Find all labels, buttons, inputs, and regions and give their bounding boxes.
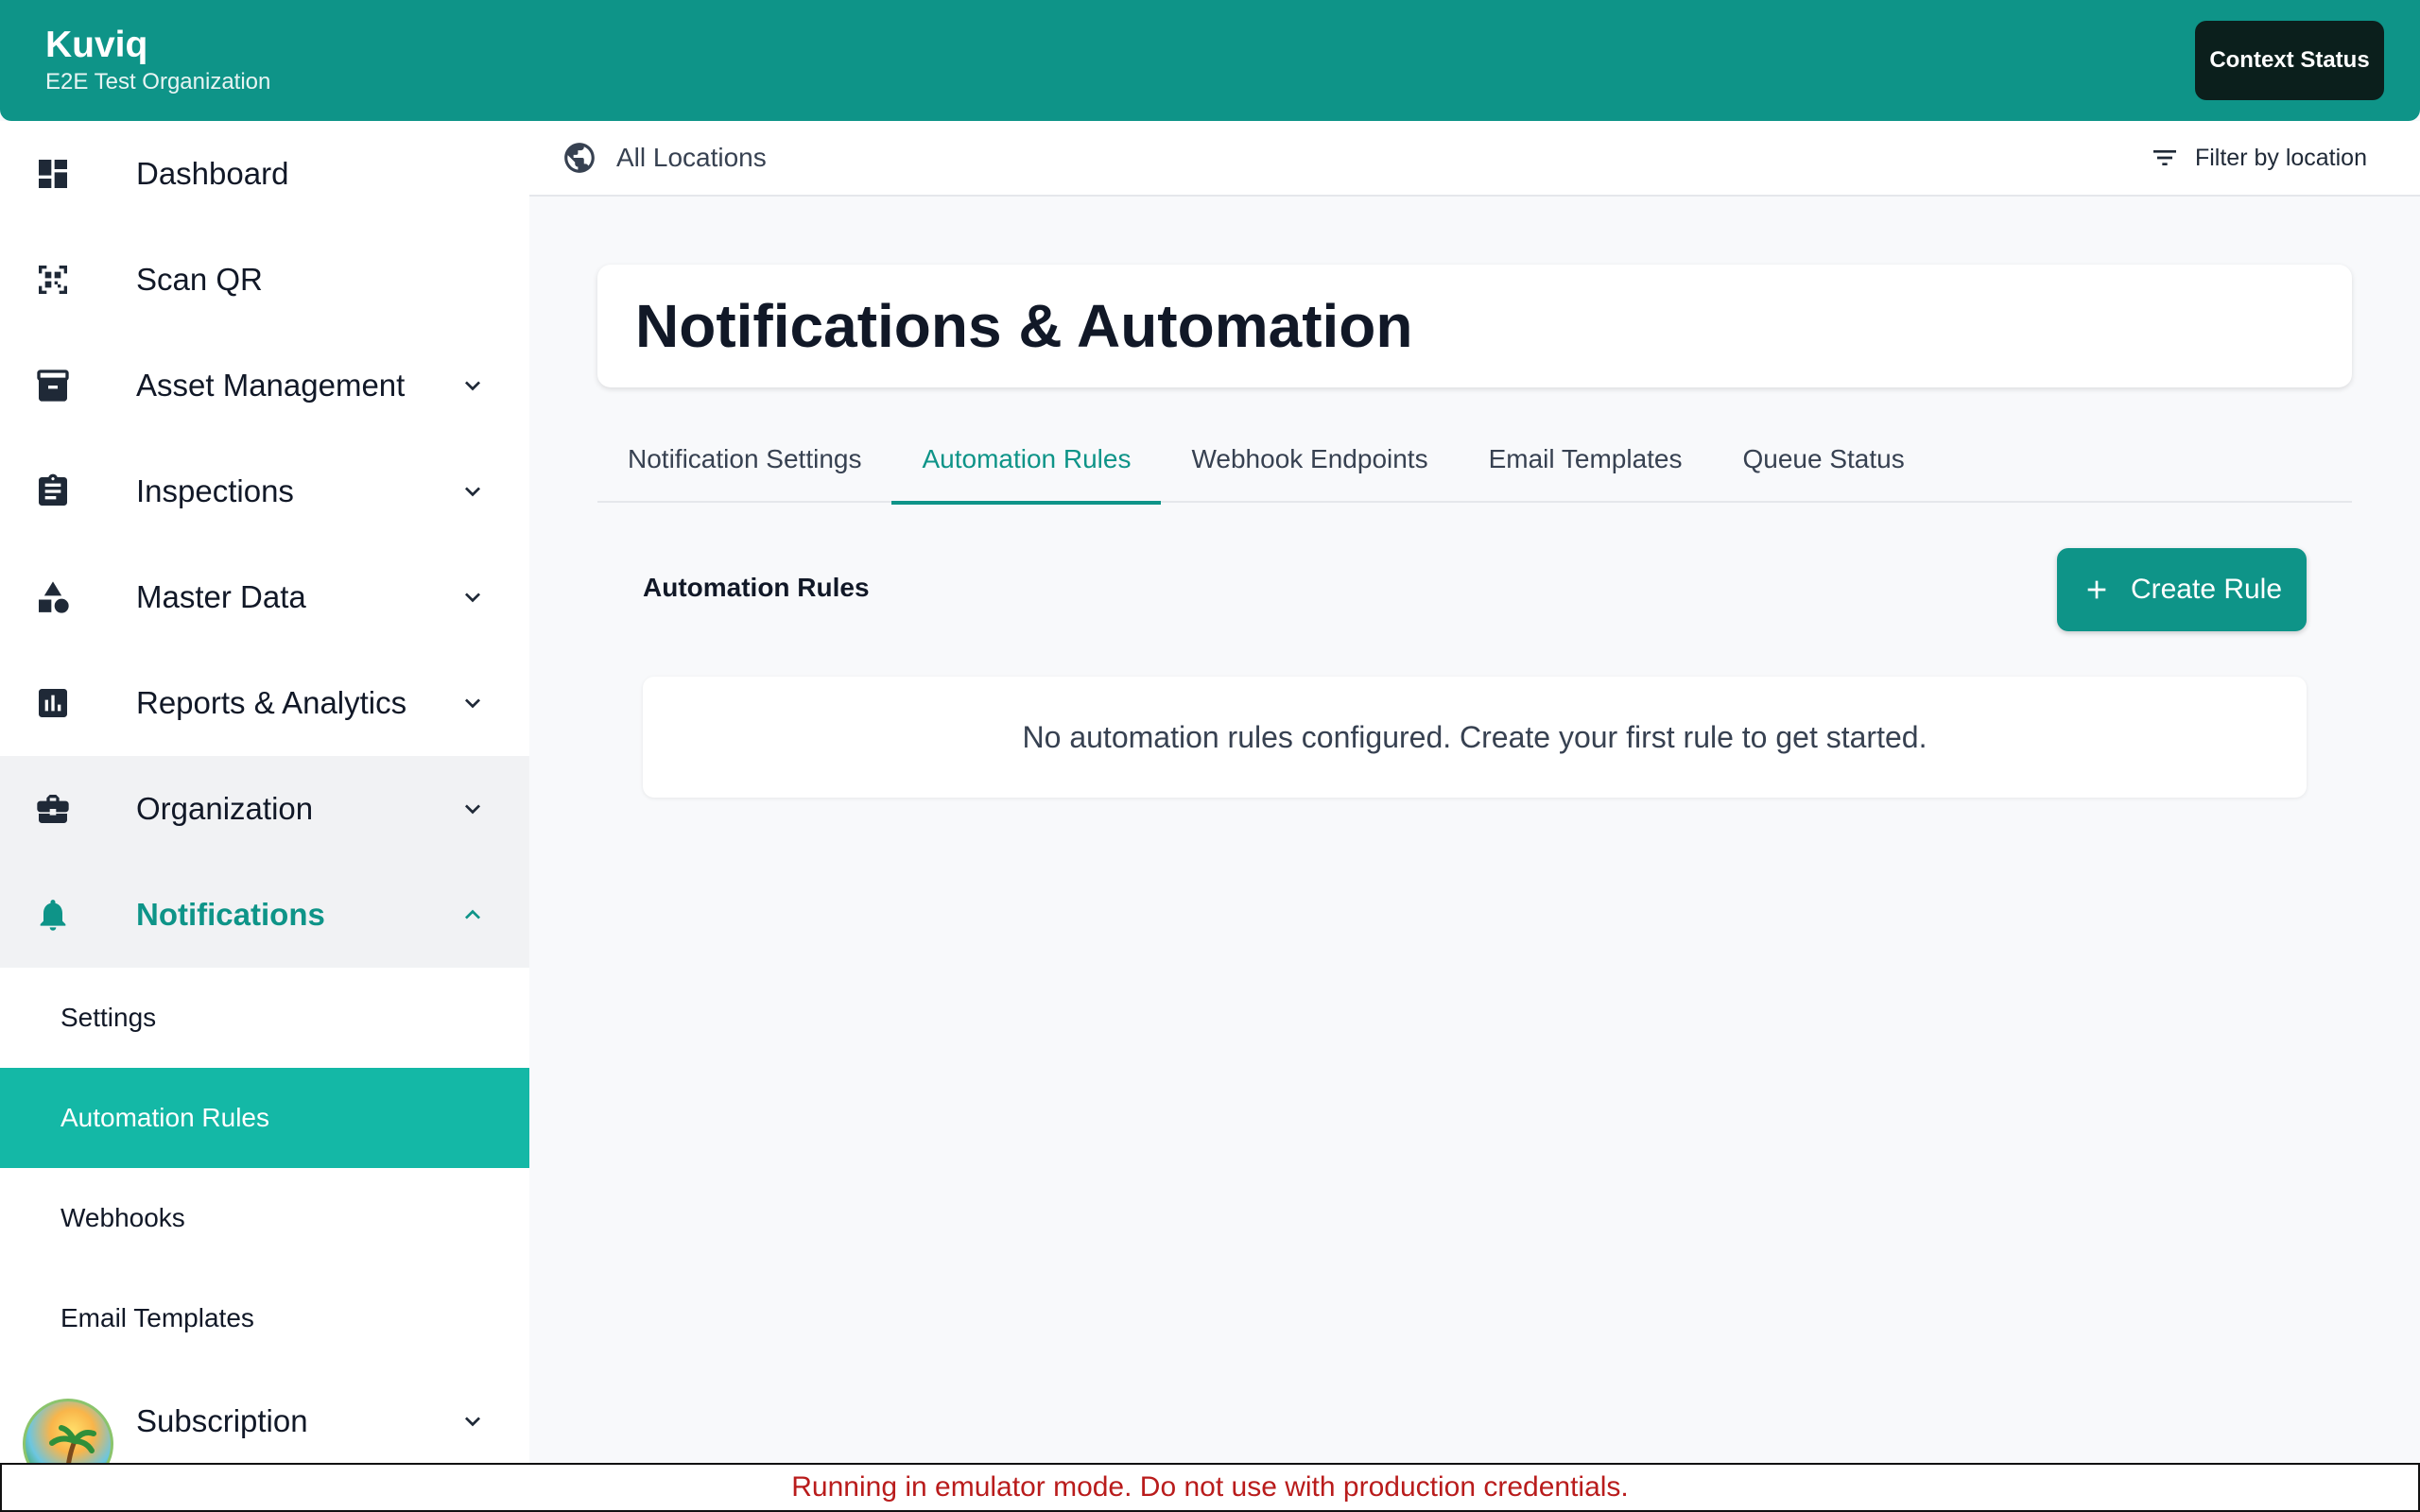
sidebar-item-scan-qr[interactable]: Scan QR <box>0 227 529 333</box>
tab-automation-rules[interactable]: Automation Rules <box>891 416 1162 505</box>
app-name: Kuviq <box>45 24 148 65</box>
sidebar-subitem-webhooks[interactable]: Webhooks <box>0 1168 529 1268</box>
tab-webhook-endpoints[interactable]: Webhook Endpoints <box>1161 416 1458 503</box>
create-rule-label: Create Rule <box>2130 574 2283 605</box>
tab-notification-settings[interactable]: Notification Settings <box>597 416 891 503</box>
banner-text: Running in emulator mode. Do not use wit… <box>791 1471 1629 1503</box>
current-location: All Locations <box>616 143 767 172</box>
chevron-down-icon <box>458 794 488 824</box>
briefcase-icon <box>34 790 72 828</box>
tab-email-templates[interactable]: Email Templates <box>1459 416 1713 503</box>
bar-chart-icon <box>34 684 72 722</box>
location-selector[interactable]: All Locations <box>562 140 767 176</box>
sidebar-item-inspections[interactable]: Inspections <box>0 438 529 544</box>
sidebar-item-label: Notifications <box>136 897 325 932</box>
chevron-down-icon <box>458 476 488 507</box>
empty-state-card: No automation rules configured. Create y… <box>643 677 2307 798</box>
section-title: Automation Rules <box>643 573 870 602</box>
sidebar-item-label: Subscription <box>136 1403 308 1438</box>
chevron-up-icon <box>458 900 488 930</box>
context-status-button[interactable]: Context Status <box>2195 21 2384 100</box>
sidebar-item-label: Dashboard <box>136 156 289 191</box>
sidebar-subitem-automation-rules[interactable]: Automation Rules <box>0 1068 529 1168</box>
plus-icon <box>2087 580 2106 599</box>
sidebar-item-label: Master Data <box>136 579 306 614</box>
dashboard-icon <box>34 155 72 193</box>
page-title-card: Notifications & Automation <box>597 265 2352 387</box>
chevron-down-icon <box>458 1406 488 1436</box>
create-rule-button[interactable]: Create Rule <box>2057 548 2307 631</box>
sidebar-subitem-email-templates[interactable]: Email Templates <box>0 1268 529 1368</box>
clipboard-icon <box>34 472 72 510</box>
empty-state-message: No automation rules configured. Create y… <box>1022 719 1927 754</box>
filter-icon <box>2152 150 2176 165</box>
archive-icon <box>34 367 72 404</box>
filter-label: Filter by location <box>2194 144 2367 171</box>
qr-scan-icon <box>34 261 72 299</box>
chevron-down-icon <box>458 582 488 612</box>
app-bar: Kuviq E2E Test Organization Context Stat… <box>0 0 2420 121</box>
sidebar-item-label: Scan QR <box>136 262 263 297</box>
sidebar-item-label: Reports & Analytics <box>136 685 407 720</box>
sidebar-subitem-settings[interactable]: Settings <box>0 968 529 1068</box>
bell-icon <box>34 896 72 934</box>
shapes-icon <box>34 578 72 616</box>
sidebar-item-label: Organization <box>136 791 314 826</box>
tab-bar: Notification Settings Automation Rules W… <box>597 416 2352 505</box>
page-title: Notifications & Automation <box>635 292 1413 360</box>
sidebar-item-asset-management[interactable]: Asset Management <box>0 333 529 438</box>
sidebar-item-dashboard[interactable]: Dashboard <box>0 121 529 227</box>
sidebar-item-organization[interactable]: Organization <box>0 756 529 862</box>
sidebar-item-master-data[interactable]: Master Data <box>0 544 529 650</box>
chevron-down-icon <box>458 370 488 401</box>
brand: Kuviq E2E Test Organization <box>45 24 271 96</box>
organization-name: E2E Test Organization <box>45 69 271 95</box>
chevron-down-icon <box>458 688 488 718</box>
sidebar-item-reports[interactable]: Reports & Analytics <box>0 650 529 756</box>
globe-icon <box>564 143 595 173</box>
tab-queue-status[interactable]: Queue Status <box>1713 416 1935 503</box>
sidebar-item-notifications[interactable]: Notifications <box>0 862 529 968</box>
location-bar: All Locations Filter by location <box>529 121 2420 197</box>
sidebar-item-label: Inspections <box>136 473 294 508</box>
sidebar: Dashboard Scan QR Asset Management Inspe… <box>0 121 529 1463</box>
emulator-warning-banner: Running in emulator mode. Do not use wit… <box>0 1463 2420 1512</box>
filter-by-location-button[interactable]: Filter by location <box>2150 143 2367 173</box>
sidebar-item-label: Asset Management <box>136 368 406 403</box>
